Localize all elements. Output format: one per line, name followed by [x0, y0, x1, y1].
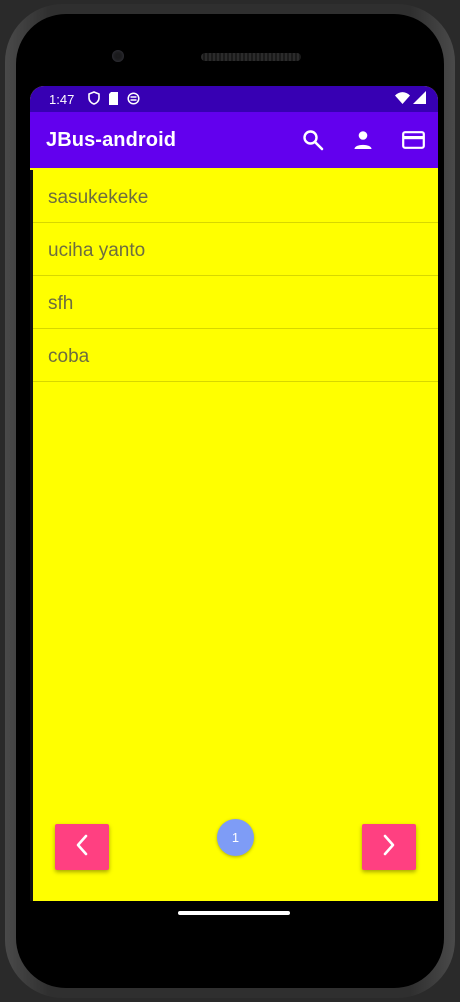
list-item[interactable]: uciha yanto [33, 223, 438, 276]
app-screen: 1:47 JBus-android sasukekeke uciha yanto… [30, 86, 438, 901]
shield-icon [88, 91, 100, 108]
account-icon[interactable] [349, 126, 377, 154]
app-title: JBus-android [46, 129, 177, 151]
next-page-button[interactable] [362, 824, 416, 870]
cell-signal-icon [413, 91, 426, 107]
earpiece-speaker [201, 53, 301, 61]
list-item[interactable]: coba [33, 329, 438, 382]
status-notification-icons [88, 91, 140, 108]
sim-card-icon [108, 91, 119, 108]
search-icon[interactable] [299, 126, 327, 154]
current-page-indicator[interactable]: 1 [217, 819, 254, 856]
status-bar: 1:47 [30, 86, 438, 112]
payment-card-icon[interactable] [399, 126, 427, 154]
status-system-icons [395, 91, 426, 107]
page-number: 1 [231, 830, 240, 845]
sync-icon [127, 91, 140, 108]
app-bar: JBus-android [30, 112, 438, 168]
bus-list: sasukekeke uciha yanto sfh coba [33, 170, 438, 382]
list-item[interactable]: sasukekeke [33, 170, 438, 223]
chevron-left-icon [74, 834, 90, 861]
chevron-right-icon [381, 834, 397, 861]
list-item[interactable]: sfh [33, 276, 438, 329]
front-camera [112, 50, 124, 62]
status-time: 1:47 [49, 92, 75, 107]
home-gesture-bar[interactable] [178, 911, 290, 915]
previous-page-button[interactable] [55, 824, 109, 870]
wifi-icon [395, 91, 410, 107]
